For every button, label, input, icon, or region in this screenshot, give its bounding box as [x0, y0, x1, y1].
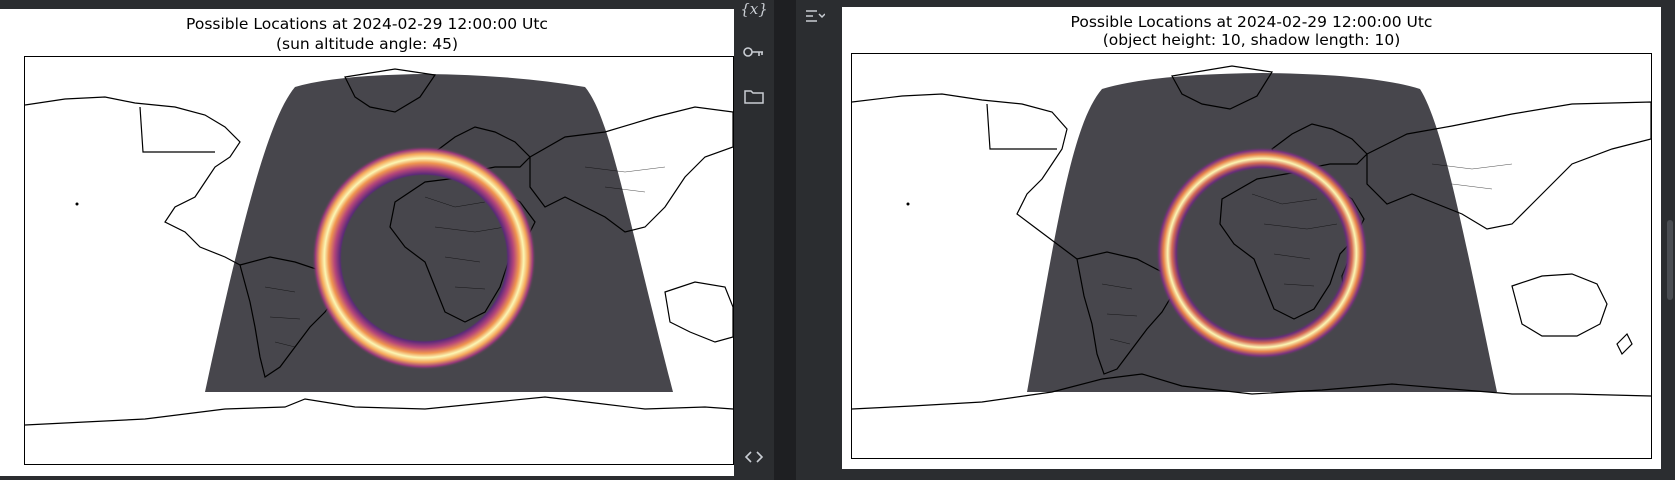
code-icon[interactable] — [742, 447, 766, 467]
collapse-icon[interactable] — [804, 6, 826, 26]
right-map — [851, 53, 1652, 459]
folder-icon[interactable] — [742, 84, 766, 108]
scrollbar-thumb[interactable] — [1667, 220, 1673, 300]
vertical-scrollbar[interactable] — [1665, 0, 1675, 480]
left-plot-title-line2: (sun altitude angle: 45) — [275, 35, 458, 53]
left-plot-panel: Possible Locations at 2024-02-29 12:00:0… — [0, 9, 734, 476]
left-solution-ring — [312, 146, 536, 370]
variables-icon[interactable]: {x} — [740, 0, 768, 18]
left-plot-title-line1: Possible Locations at 2024-02-29 12:00:0… — [186, 15, 548, 33]
key-icon[interactable] — [742, 40, 766, 64]
right-plot-title-line2: (object height: 10, shadow length: 10) — [1102, 31, 1401, 49]
right-solution-ring — [1156, 147, 1368, 359]
left-map-canvas — [25, 68, 733, 426]
right-plot-title-line1: Possible Locations at 2024-02-29 12:00:0… — [1070, 13, 1433, 31]
right-plot-panel: Possible Locations at 2024-02-29 12:00:0… — [842, 7, 1661, 469]
right-map-canvas — [852, 65, 1651, 410]
notebook-toolbar: {x} — [734, 0, 774, 480]
left-map — [24, 56, 734, 465]
panel-divider[interactable] — [774, 0, 796, 480]
